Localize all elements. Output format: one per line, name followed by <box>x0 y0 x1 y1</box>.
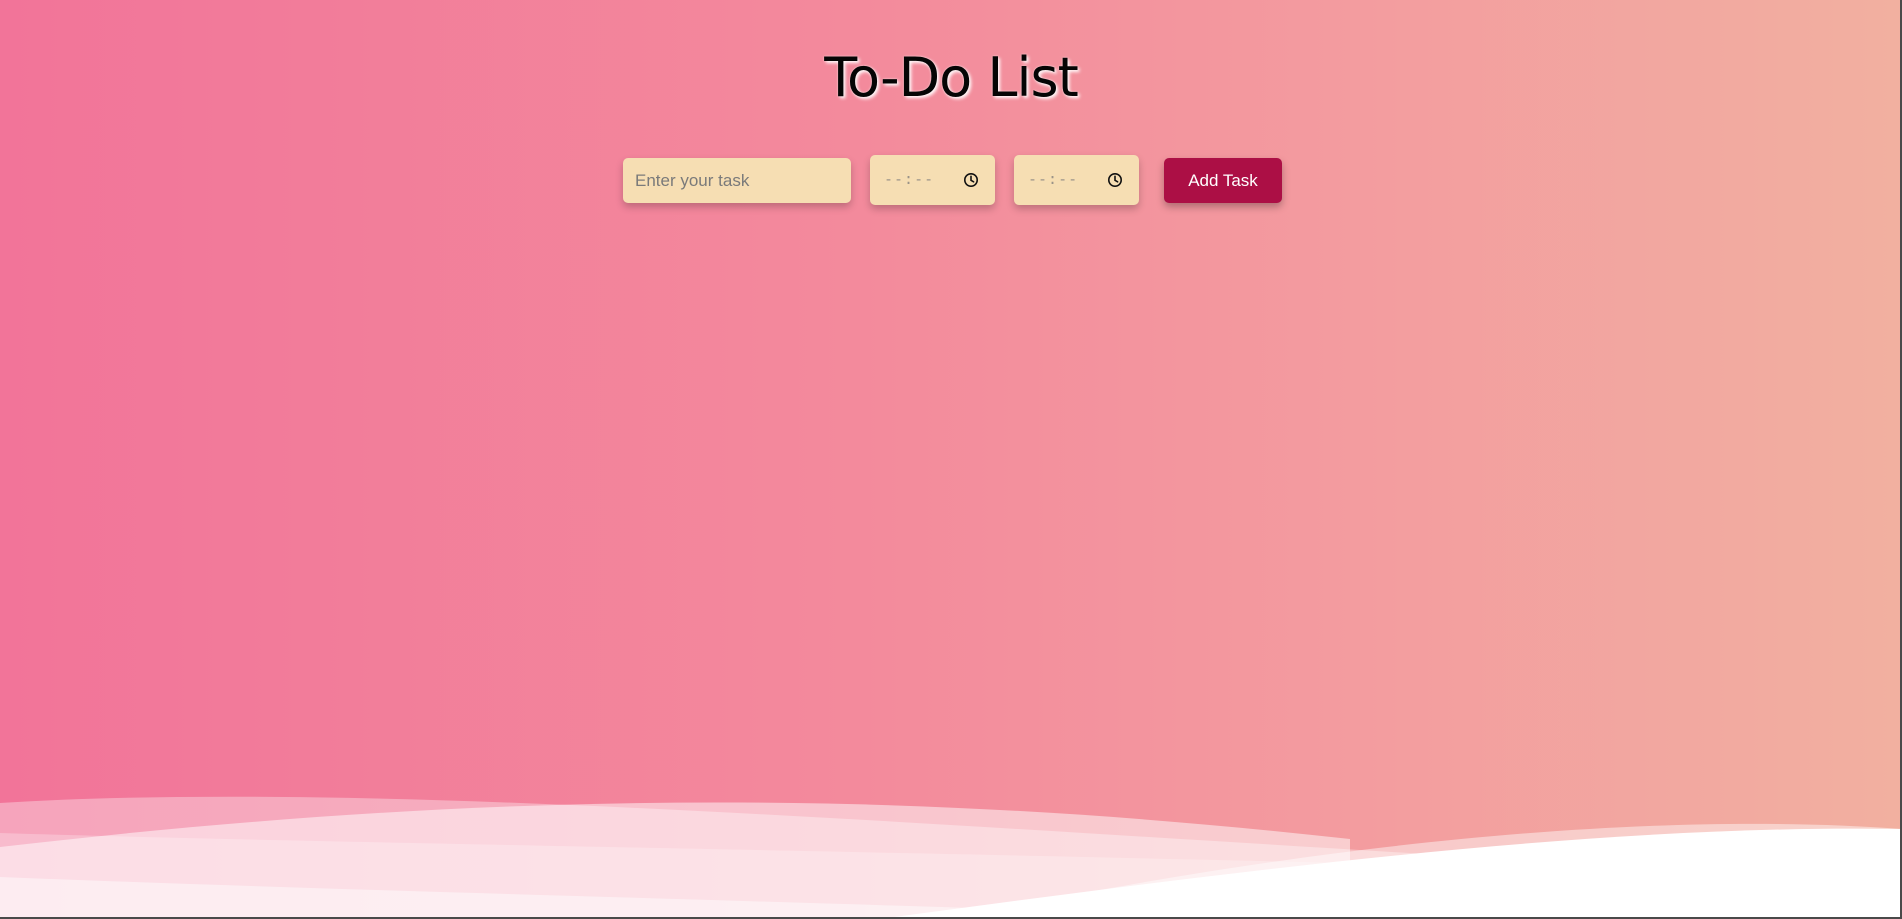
task-input[interactable] <box>623 158 851 203</box>
page-title: To-Do List <box>824 46 1079 109</box>
clock-icon[interactable] <box>1107 172 1123 188</box>
window-frame <box>0 0 1902 919</box>
decorative-waves <box>0 796 1902 919</box>
task-form: --:-- --:-- Add Task <box>0 155 1902 205</box>
add-task-button[interactable]: Add Task <box>1164 158 1282 203</box>
start-time-input[interactable]: --:-- <box>870 155 995 205</box>
end-time-value: --:-- <box>1028 170 1079 188</box>
start-time-value: --:-- <box>884 170 935 188</box>
clock-icon[interactable] <box>963 172 979 188</box>
end-time-input[interactable]: --:-- <box>1014 155 1139 205</box>
